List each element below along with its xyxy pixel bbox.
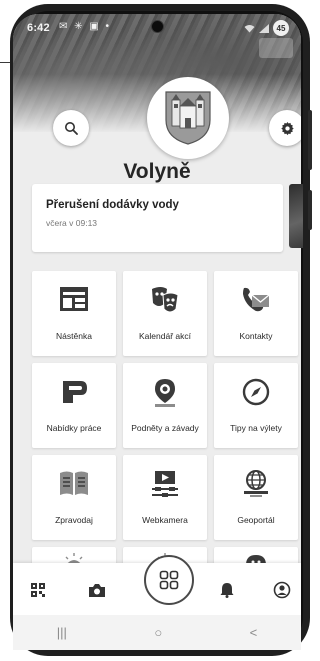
status-time: 6:42 — [27, 22, 50, 34]
settings-button[interactable] — [269, 110, 301, 146]
power-button — [308, 190, 312, 230]
news-title: Přerušení dodávky vody — [46, 199, 179, 211]
noticeboard-icon — [32, 285, 116, 317]
wifi-icon — [244, 24, 255, 32]
back-button[interactable]: < — [250, 625, 258, 640]
grid-icon — [159, 570, 179, 590]
nav-camera-button[interactable] — [86, 579, 108, 601]
banner-logo — [259, 38, 293, 58]
qr-code-icon — [31, 583, 45, 597]
status-right: 45 — [244, 20, 289, 36]
tile-label: Kontakty — [239, 331, 273, 341]
tile-label: Podněty a závady — [131, 423, 199, 433]
news-card[interactable]: Přerušení dodávky vody včera v 09:13 — [32, 184, 283, 252]
town-name: Volyně — [123, 160, 191, 183]
signal-icon — [259, 23, 269, 33]
gear-icon — [280, 121, 294, 135]
tile-nabidky-prace[interactable]: Nabídky práce — [32, 363, 116, 448]
book-icon — [32, 469, 116, 501]
next-news-card-preview[interactable] — [289, 184, 303, 248]
nav-notifications-button[interactable] — [216, 579, 238, 601]
tile-label: Zpravodaj — [55, 515, 93, 525]
tile-label: Tipy na výlety — [230, 423, 282, 433]
status-bar: 6:42 ✉ ✳ ▣ • 45 — [13, 14, 301, 40]
tile-zpravodaj[interactable]: Zpravodaj — [32, 455, 116, 540]
volume-button — [308, 110, 312, 170]
webcam-icon — [123, 469, 207, 501]
phone-mail-icon — [214, 285, 298, 317]
bottom-navigation — [13, 555, 301, 615]
tile-label: Nabídky práce — [46, 423, 102, 433]
compass-icon — [214, 377, 298, 409]
tile-label: Nástěnka — [56, 331, 92, 341]
town-coat-of-arms — [147, 77, 229, 159]
search-icon — [65, 122, 78, 135]
tile-kontakty[interactable]: Kontakty — [214, 271, 298, 356]
theater-masks-icon — [123, 285, 207, 317]
front-camera — [151, 20, 164, 33]
notification-icons: ✉ ✳ ▣ • — [59, 21, 112, 32]
tile-tipy-na-vylety[interactable]: Tipy na výlety — [214, 363, 298, 448]
coat-of-arms-icon — [165, 91, 211, 145]
tile-kalendar-akci[interactable]: Kalendář akcí — [123, 271, 207, 356]
tile-label: Kalendář akcí — [139, 331, 191, 341]
tile-label: Webkamera — [142, 515, 188, 525]
tile-nastenka[interactable]: Nástěnka — [32, 271, 116, 356]
news-date: včera v 09:13 — [46, 218, 98, 228]
search-button[interactable] — [53, 110, 89, 146]
tile-label: Geoportál — [237, 515, 275, 525]
bell-icon — [220, 583, 234, 598]
nav-menu-button[interactable] — [144, 555, 194, 605]
globe-monitor-icon — [214, 469, 298, 501]
nav-qr-button[interactable] — [27, 579, 49, 601]
report-pin-icon — [123, 377, 207, 409]
camera-icon — [89, 583, 105, 597]
job-offer-icon — [32, 377, 116, 409]
user-icon — [273, 581, 291, 599]
nav-profile-button[interactable] — [271, 579, 293, 601]
home-button[interactable]: ○ — [154, 625, 162, 640]
tile-geoportal[interactable]: Geoportál — [214, 455, 298, 540]
tile-webkamera[interactable]: Webkamera — [123, 455, 207, 540]
tile-podnety-a-zavady[interactable]: Podněty a závady — [123, 363, 207, 448]
recents-button[interactable]: ||| — [57, 625, 67, 640]
system-navigation-bar: ||| ○ < — [13, 615, 301, 650]
battery-level: 45 — [273, 20, 289, 36]
